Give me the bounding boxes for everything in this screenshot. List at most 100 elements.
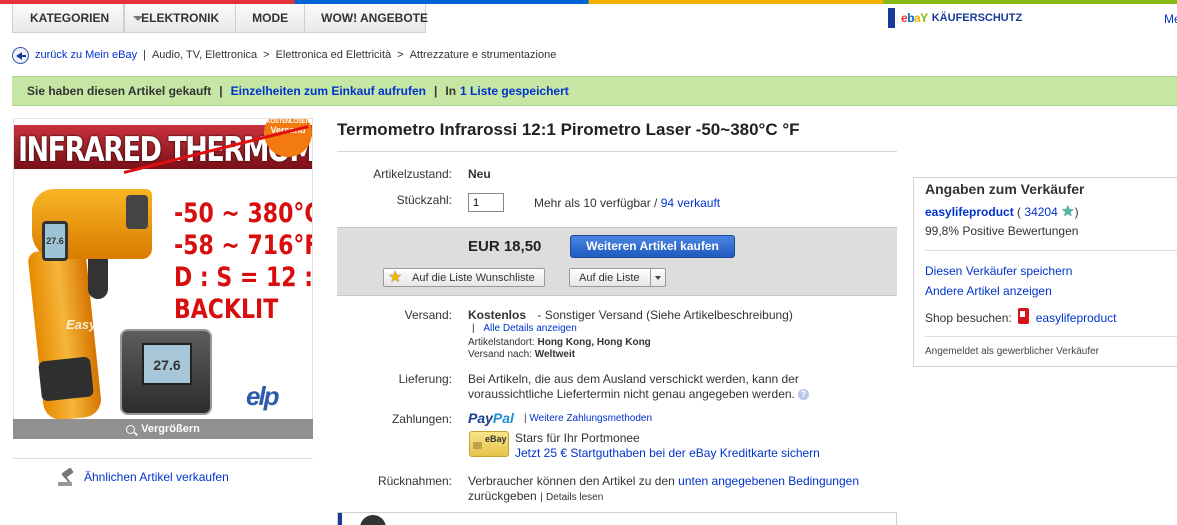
delivery-line2: voraussichtliche Liefertermin nicht gena… — [468, 387, 795, 401]
divider — [13, 458, 313, 459]
shop-link[interactable]: easylifeproduct — [1036, 311, 1117, 325]
breadcrumb-item[interactable]: Elettronica ed Elettricità — [276, 49, 392, 61]
purchase-details-link[interactable]: Einzelheiten zum Einkauf aufrufen — [231, 84, 426, 98]
feedback-score-link[interactable]: 34204 — [1024, 205, 1057, 219]
closeup-screen: 27.6 — [142, 343, 192, 385]
banner-divider: | — [434, 84, 438, 98]
nav-wow-angebote[interactable]: WOW! ANGEBOTE — [305, 4, 444, 32]
add-to-wishlist-button[interactable]: ★ Auf die Liste Wunschliste — [383, 268, 545, 287]
ship-to-label: Versand nach: — [468, 349, 532, 360]
returns-line2: zurückgeben — [468, 489, 537, 503]
breadcrumb-item[interactable]: Attrezzature e strumentazione — [410, 49, 557, 61]
ship-to-value: Weltweit — [534, 349, 576, 360]
top-navigation: KATEGORIEN ELEKTRONIK MODE WOW! ANGEBOTE — [12, 4, 428, 33]
credit-card-icon: eBay — [469, 431, 509, 457]
divider — [925, 336, 1177, 337]
returns-conditions-link[interactable]: unten angegebenen Bedingungen — [678, 474, 859, 488]
credit-card-offer-link[interactable]: Jetzt 25 € Startguthaben bei der eBay Kr… — [515, 446, 820, 460]
spec-fahrenheit: -58 ~ 716°F — [174, 231, 313, 261]
sell-similar-link[interactable]: Ähnlichen Artikel verkaufen — [58, 467, 229, 486]
nav-kategorien[interactable]: KATEGORIEN — [13, 4, 125, 32]
quantity-input[interactable] — [468, 193, 504, 212]
shipping-row: Kostenlos - Sonstiger Versand (Siehe Art… — [468, 308, 793, 322]
delivery-label: Lieferung: — [398, 372, 452, 386]
bottom-panel — [337, 512, 897, 525]
card-logo: eBay — [485, 434, 507, 444]
paren: ) — [1074, 205, 1079, 219]
nav-mode[interactable]: MODE — [236, 4, 306, 32]
breadcrumb-divider: | — [143, 49, 146, 61]
seller-name-row: easylifeproduct ( 34204 ★) — [925, 202, 1079, 220]
divider — [337, 151, 897, 152]
item-title: Termometro Infrarossi 12:1 Pirometro Las… — [337, 120, 800, 139]
thermometer-closeup: 27.6 — [120, 329, 212, 415]
sell-similar-label[interactable]: Ähnlichen Artikel verkaufen — [84, 470, 229, 484]
back-arrow-icon[interactable] — [12, 46, 29, 64]
shipping-label: Versand: — [404, 308, 452, 322]
more-payment-link[interactable]: Weitere Zahlungsmethoden — [529, 413, 652, 424]
chevron-down-icon[interactable] — [650, 269, 665, 286]
enlarge-button[interactable]: Vergrößern — [13, 419, 313, 439]
ship-to: Versand nach: Weltweit — [468, 349, 575, 360]
ebay-logo-icon: ebaY — [901, 11, 928, 25]
read-details-link[interactable]: Details lesen — [546, 492, 603, 503]
elp-logo: elp — [246, 381, 280, 411]
banner-divider: | — [219, 84, 223, 98]
availability-label: Mehr als 10 verfügbar / — [534, 196, 658, 210]
all-details-link[interactable]: Alle Details anzeigen — [483, 323, 576, 334]
shop-label: Shop besuchen: — [925, 311, 1012, 325]
credit-card-offer-label[interactable]: Jetzt 25 € Startguthaben bei der eBay Kr… — [515, 446, 820, 460]
save-seller-link[interactable]: Diesen Verkäufer speichern — [925, 264, 1072, 278]
shop-door-icon — [1017, 308, 1029, 324]
help-icon[interactable]: ? — [797, 389, 809, 400]
breadcrumb-item[interactable]: Audio, TV, Elettronica — [152, 49, 257, 61]
item-price: EUR 18,50 — [468, 238, 542, 255]
kaeuferschutz-bar — [888, 8, 895, 28]
spec-backlit: BACKLIT — [174, 295, 279, 325]
returns-text: Verbraucher können den Artikel zu den — [468, 474, 675, 488]
delivery-line2-row: voraussichtliche Liefertermin nicht gena… — [468, 387, 809, 401]
paypal-logo-part1: Pay — [468, 410, 493, 426]
spec-ratio: D : S = 12 : 1 — [174, 263, 313, 293]
availability-text: Mehr als 10 verfügbar / 94 verkauft — [534, 196, 720, 210]
commercial-seller-note: Angemeldet als gewerblicher Verkäufer — [925, 346, 1099, 357]
kaeuferschutz-link[interactable]: ebaY KÄUFERSCHUTZ — [888, 8, 1022, 28]
more-payment-row: | Weitere Zahlungsmethoden — [524, 413, 652, 424]
thermometer-nose — [126, 195, 148, 229]
other-items-link[interactable]: Andere Artikel anzeigen — [925, 284, 1052, 298]
product-image[interactable]: INFRARED THERMOMETER KOSTENLOSER Versand… — [13, 118, 313, 438]
shop-row: Shop besuchen: easylifeproduct — [925, 308, 1117, 326]
chevron-down-icon[interactable] — [124, 4, 144, 32]
wishlist-label: Auf die Liste Wunschliste — [412, 271, 535, 284]
gavel-icon — [58, 467, 78, 486]
breadcrumb: zurück zu Mein eBay | Audio, TV, Elettro… — [12, 46, 556, 64]
thermometer-grip-band — [38, 356, 94, 402]
seller-box-title: Angaben zum Verkäufer — [925, 181, 1085, 197]
enlarge-label: Vergrößern — [141, 423, 200, 435]
returns-row2: zurückgeben | Details lesen — [468, 489, 603, 503]
shooting-star-icon: ★ — [1061, 203, 1075, 220]
magnifier-icon — [126, 424, 136, 434]
banner-in-label: In — [445, 84, 457, 98]
sold-count-link[interactable]: 94 verkauft — [661, 196, 720, 210]
seller-name-link[interactable]: easylifeproduct — [925, 205, 1014, 219]
returns-row: Verbraucher können den Artikel zu den un… — [468, 474, 859, 488]
positive-feedback: 99,8% Positive Bewertungen — [925, 224, 1079, 238]
back-to-my-ebay-link[interactable]: zurück zu Mein eBay — [35, 49, 137, 61]
thermometer-screen: 27.6 — [42, 221, 68, 261]
thermometer-trigger — [88, 259, 108, 299]
all-details-row: | Alle Details anzeigen — [472, 323, 577, 334]
item-location: Artikelstandort: Hong Kong, Hong Kong — [468, 337, 651, 348]
saved-list-link[interactable]: 1 Liste gespeichert — [460, 84, 569, 98]
seller-info-box: Angaben zum Verkäufer easylifeproduct ( … — [913, 177, 1177, 367]
buy-another-button[interactable]: Weiteren Artikel kaufen — [570, 235, 735, 258]
divider: | — [472, 323, 475, 334]
list-label: Auf die Liste — [579, 271, 640, 284]
stars-text: Stars für Ihr Portmonee — [515, 431, 640, 445]
divider — [925, 250, 1177, 251]
breadcrumb-separator: > — [263, 49, 270, 61]
condition-value: Neu — [468, 167, 491, 181]
shipping-description: - Sonstiger Versand (Siehe Artikelbeschr… — [537, 308, 793, 322]
top-right-link[interactable]: Me — [1164, 12, 1177, 26]
add-to-list-button[interactable]: Auf die Liste — [569, 268, 666, 287]
